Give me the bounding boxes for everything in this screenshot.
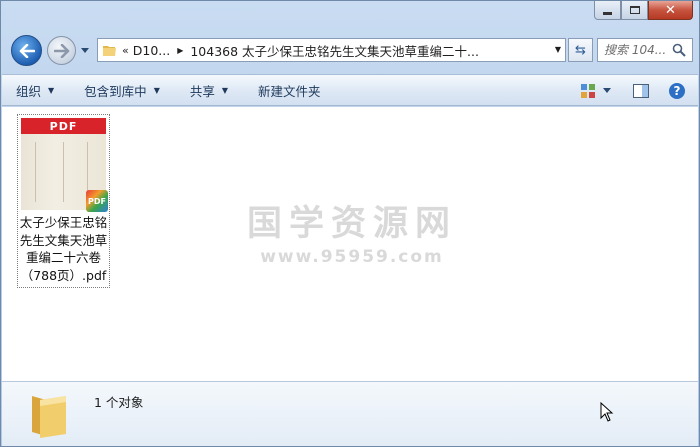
folder-icon: [103, 46, 116, 56]
watermark: 国学资源网 www.95959.com: [242, 195, 462, 267]
pdf-thumbnail: PDF PDF: [21, 118, 108, 212]
breadcrumb-item[interactable]: D10...: [133, 43, 170, 58]
search-icon: [672, 43, 686, 57]
breadcrumb-overflow[interactable]: «: [122, 44, 129, 57]
navigation-bar: « D10... ▶ 104368 太子少保王忠铭先生文集天池草重编二十... …: [9, 29, 693, 71]
watermark-url: www.95959.com: [260, 247, 444, 267]
arrow-right-icon: [53, 43, 69, 58]
organize-label: 组织: [16, 83, 42, 99]
new-folder-label: 新建文件夹: [258, 83, 321, 99]
organize-menu[interactable]: 组织 ▼: [16, 81, 54, 100]
forward-button[interactable]: [47, 36, 76, 65]
refresh-button[interactable]: ⇆: [568, 38, 593, 62]
include-in-library-menu[interactable]: 包含到库中 ▼: [84, 81, 160, 100]
minimize-icon: [603, 11, 612, 15]
include-in-library-label: 包含到库中: [84, 83, 147, 99]
close-icon: ✕: [665, 2, 676, 18]
chevron-down-icon: ▼: [153, 85, 160, 95]
mouse-cursor-icon: [600, 402, 614, 422]
share-label: 共享: [189, 83, 215, 99]
pdf-strip: PDF: [21, 118, 106, 134]
chevron-down-icon: [603, 88, 611, 93]
file-name: 太子少保王忠铭先生文集天池草重编二十六卷（788页）.pdf: [19, 215, 108, 283]
chevron-down-icon: ▼: [221, 85, 229, 95]
close-button[interactable]: ✕: [648, 1, 693, 20]
help-icon: ?: [669, 83, 685, 99]
new-folder-button[interactable]: 新建文件夹: [258, 81, 321, 100]
back-button[interactable]: [11, 35, 42, 66]
minimize-button[interactable]: [594, 1, 621, 20]
file-item-pdf[interactable]: PDF PDF 太子少保王忠铭先生文集天池草重编二十六卷（788页）.pdf: [17, 114, 110, 288]
pdf-badge-icon: PDF: [86, 190, 108, 212]
details-pane: 1 个对象: [2, 381, 698, 446]
recent-pages-dropdown[interactable]: [80, 46, 90, 56]
chevron-down-icon: [81, 48, 89, 53]
maximize-icon: [629, 6, 640, 14]
search-input[interactable]: [604, 43, 672, 57]
svg-text:?: ?: [674, 84, 681, 98]
address-bar[interactable]: « D10... ▶ 104368 太子少保王忠铭先生文集天池草重编二十... …: [97, 38, 566, 62]
arrow-left-icon: [19, 43, 35, 58]
search-box[interactable]: [597, 38, 693, 62]
share-menu[interactable]: 共享 ▼: [190, 81, 228, 100]
item-count: 1 个对象: [94, 395, 144, 410]
command-bar: 组织 ▼ 包含到库中 ▼ 共享 ▼ 新建文件夹 ?: [2, 74, 698, 106]
help-button[interactable]: ?: [666, 80, 688, 102]
file-list[interactable]: PDF PDF 太子少保王忠铭先生文集天池草重编二十六卷（788页）.pdf 国…: [2, 107, 698, 381]
preview-pane-icon: [633, 84, 649, 98]
chevron-down-icon: ▼: [48, 85, 55, 95]
change-view-button[interactable]: [578, 80, 600, 102]
caption-buttons: ✕: [594, 1, 693, 22]
chevron-down-icon[interactable]: ▼: [555, 45, 561, 54]
view-icon: [581, 84, 595, 98]
explorer-window: ✕ « D10... ▶ 104368 太子少保王忠铭先生文集天池草重编二十..…: [0, 0, 700, 447]
preview-pane-button[interactable]: [630, 80, 652, 102]
view-options-dropdown[interactable]: [602, 80, 612, 102]
chevron-right-icon[interactable]: ▶: [177, 46, 183, 55]
refresh-icon: ⇆: [575, 42, 586, 58]
watermark-title: 国学资源网: [246, 204, 457, 244]
breadcrumb-item-current[interactable]: 104368 太子少保王忠铭先生文集天池草重编二十...: [190, 41, 479, 60]
toolbar-right: ?: [570, 80, 688, 102]
folder-icon: [32, 396, 66, 438]
maximize-button[interactable]: [621, 1, 648, 20]
